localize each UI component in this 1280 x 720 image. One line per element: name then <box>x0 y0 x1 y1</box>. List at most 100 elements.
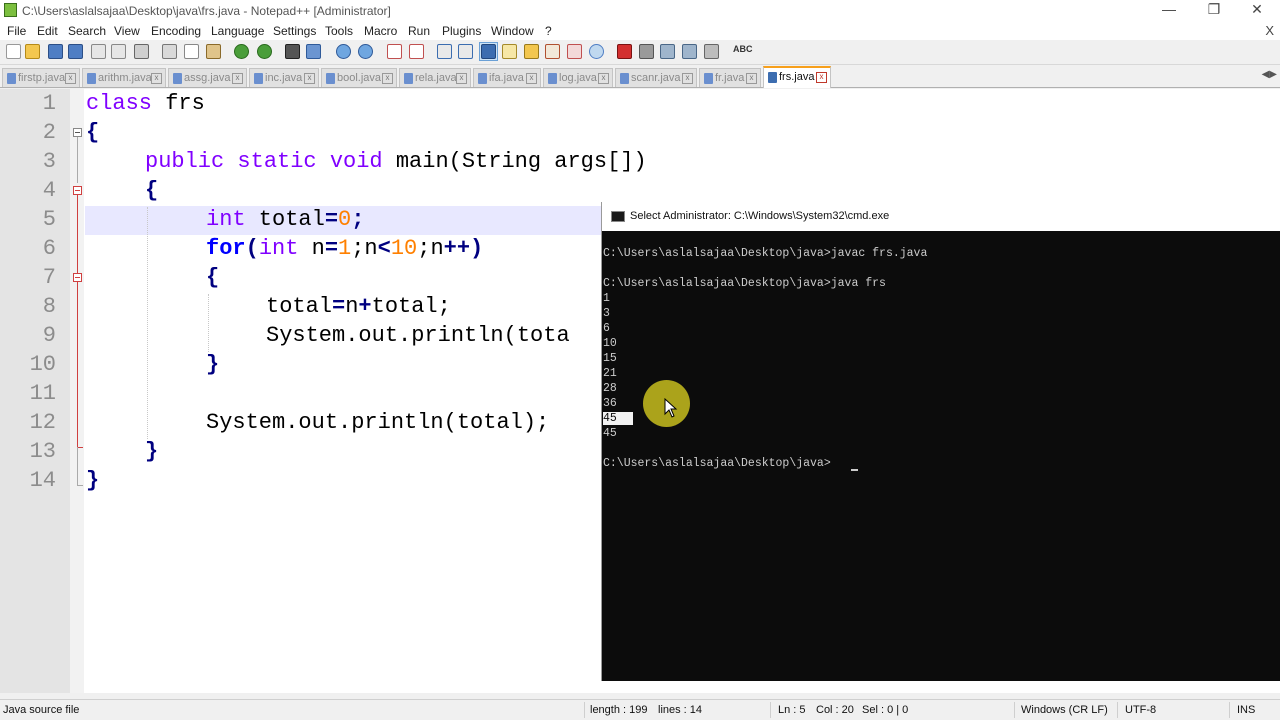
open-icon[interactable] <box>25 44 40 59</box>
tab-rela[interactable]: rela.java x <box>399 68 471 87</box>
menu-encoding[interactable]: Encoding <box>151 24 201 38</box>
menu-run[interactable]: Run <box>408 24 430 38</box>
fold-line <box>77 137 78 183</box>
status-bar: Java source file length : 199 lines : 14… <box>0 699 1280 720</box>
menu-settings[interactable]: Settings <box>273 24 316 38</box>
minimize-button[interactable]: — <box>1154 1 1184 17</box>
close-document-button[interactable]: X <box>1265 23 1274 38</box>
tab-arithm[interactable]: arithm.java x <box>82 68 166 87</box>
find-icon[interactable] <box>285 44 300 59</box>
code-text: main(String args[]) <box>382 149 647 174</box>
tab-log[interactable]: log.java x <box>543 68 613 87</box>
cmd-window-title: Select Administrator: C:\Windows\System3… <box>630 210 890 222</box>
code-line: public static void main(String args[]) <box>145 149 647 174</box>
doc-map-icon[interactable] <box>524 44 539 59</box>
menu-edit[interactable]: Edit <box>37 24 58 38</box>
console-line: 10 <box>603 337 617 350</box>
word-wrap-icon[interactable] <box>437 44 452 59</box>
tab-close-icon[interactable]: x <box>65 73 76 84</box>
menu-window[interactable]: Window <box>491 24 534 38</box>
udl-icon[interactable] <box>502 44 517 59</box>
tab-label: bool.java <box>337 72 382 84</box>
sync-horizontal-icon[interactable] <box>409 44 424 59</box>
operator: ( <box>245 236 259 261</box>
restore-button[interactable]: ❐ <box>1199 1 1229 18</box>
fold-toggle-icon[interactable] <box>73 128 82 137</box>
line-number: 7 <box>42 265 56 290</box>
indent-guide-icon[interactable] <box>481 44 496 59</box>
menu-tools[interactable]: Tools <box>325 24 353 38</box>
tab-close-icon[interactable]: x <box>382 73 393 84</box>
cmd-window[interactable]: Select Administrator: C:\Windows\System3… <box>601 202 1280 681</box>
tab-close-icon[interactable]: x <box>232 73 243 84</box>
text-cursor <box>851 469 858 471</box>
console-prompt[interactable]: C:\Users\aslalsajaa\Desktop\java> <box>603 457 831 470</box>
tab-firstp[interactable]: firstp.java x <box>2 68 80 87</box>
java-file-icon <box>254 73 263 84</box>
tab-close-icon[interactable]: x <box>746 73 757 84</box>
close-window-button[interactable]: ✕ <box>1242 1 1272 18</box>
menu-macro[interactable]: Macro <box>364 24 397 38</box>
tab-frs[interactable]: frs.java x <box>763 66 831 88</box>
close-icon[interactable] <box>91 44 106 59</box>
redo-icon[interactable] <box>257 44 272 59</box>
window-title: C:\Users\aslalsajaa\Desktop\java\frs.jav… <box>22 4 391 18</box>
tab-ifa[interactable]: ifa.java x <box>473 68 541 87</box>
menu-plugins[interactable]: Plugins <box>442 24 481 38</box>
tab-bool[interactable]: bool.java x <box>321 68 397 87</box>
menu-file[interactable]: File <box>7 24 26 38</box>
zoom-out-icon[interactable] <box>358 44 373 59</box>
tab-scanr[interactable]: scanr.java x <box>615 68 697 87</box>
code-text: ;n <box>351 236 378 261</box>
menu-help[interactable]: ? <box>545 24 552 38</box>
tab-close-icon[interactable]: x <box>304 73 315 84</box>
tab-fr[interactable]: fr.java x <box>699 68 761 87</box>
menu-language[interactable]: Language <box>211 24 264 38</box>
save-icon[interactable] <box>48 44 63 59</box>
function-list-icon[interactable] <box>545 44 560 59</box>
tab-close-icon[interactable]: x <box>816 72 827 83</box>
tab-close-icon[interactable]: x <box>526 73 537 84</box>
code-text: n <box>345 294 359 319</box>
zoom-in-icon[interactable] <box>336 44 351 59</box>
paste-icon[interactable] <box>206 44 221 59</box>
cmd-title-bar[interactable]: Select Administrator: C:\Windows\System3… <box>602 202 1280 231</box>
tab-scroll-arrows[interactable]: ◀▶ <box>1262 69 1277 80</box>
fold-toggle-icon[interactable] <box>73 186 82 195</box>
folder-workspace-icon[interactable] <box>567 44 582 59</box>
copy-icon[interactable] <box>184 44 199 59</box>
tab-close-icon[interactable]: x <box>456 73 467 84</box>
console-line: 45 <box>603 427 617 440</box>
fold-toggle-icon[interactable] <box>73 273 82 282</box>
monitor-icon[interactable] <box>589 44 604 59</box>
save-macro-icon[interactable] <box>704 44 719 59</box>
print-icon[interactable] <box>134 44 149 59</box>
run-macro-multiple-icon[interactable] <box>682 44 697 59</box>
menu-search[interactable]: Search <box>68 24 106 38</box>
tab-inc[interactable]: inc.java x <box>249 68 319 87</box>
line-number: 2 <box>42 120 56 145</box>
tab-close-icon[interactable]: x <box>598 73 609 84</box>
cut-icon[interactable] <box>162 44 177 59</box>
console-line: C:\Users\aslalsajaa\Desktop\java>javac f… <box>603 247 928 260</box>
status-encoding[interactable]: UTF-8 <box>1125 704 1156 716</box>
code-text: total <box>245 207 325 232</box>
close-all-icon[interactable] <box>111 44 126 59</box>
replace-icon[interactable] <box>306 44 321 59</box>
tab-assg[interactable]: assg.java x <box>168 68 247 87</box>
indent-guide <box>147 207 148 439</box>
menu-view[interactable]: View <box>114 24 140 38</box>
undo-icon[interactable] <box>234 44 249 59</box>
save-all-icon[interactable] <box>68 44 83 59</box>
status-insert-mode[interactable]: INS <box>1237 704 1255 716</box>
record-macro-icon[interactable] <box>617 44 632 59</box>
status-eol[interactable]: Windows (CR LF) <box>1021 704 1108 716</box>
new-icon[interactable] <box>6 44 21 59</box>
tab-close-icon[interactable]: x <box>151 73 162 84</box>
spell-check-icon[interactable]: ABC <box>733 44 753 54</box>
tab-close-icon[interactable]: x <box>682 73 693 84</box>
stop-macro-icon[interactable] <box>639 44 654 59</box>
play-macro-icon[interactable] <box>660 44 675 59</box>
sync-vertical-icon[interactable] <box>387 44 402 59</box>
show-all-chars-icon[interactable] <box>458 44 473 59</box>
